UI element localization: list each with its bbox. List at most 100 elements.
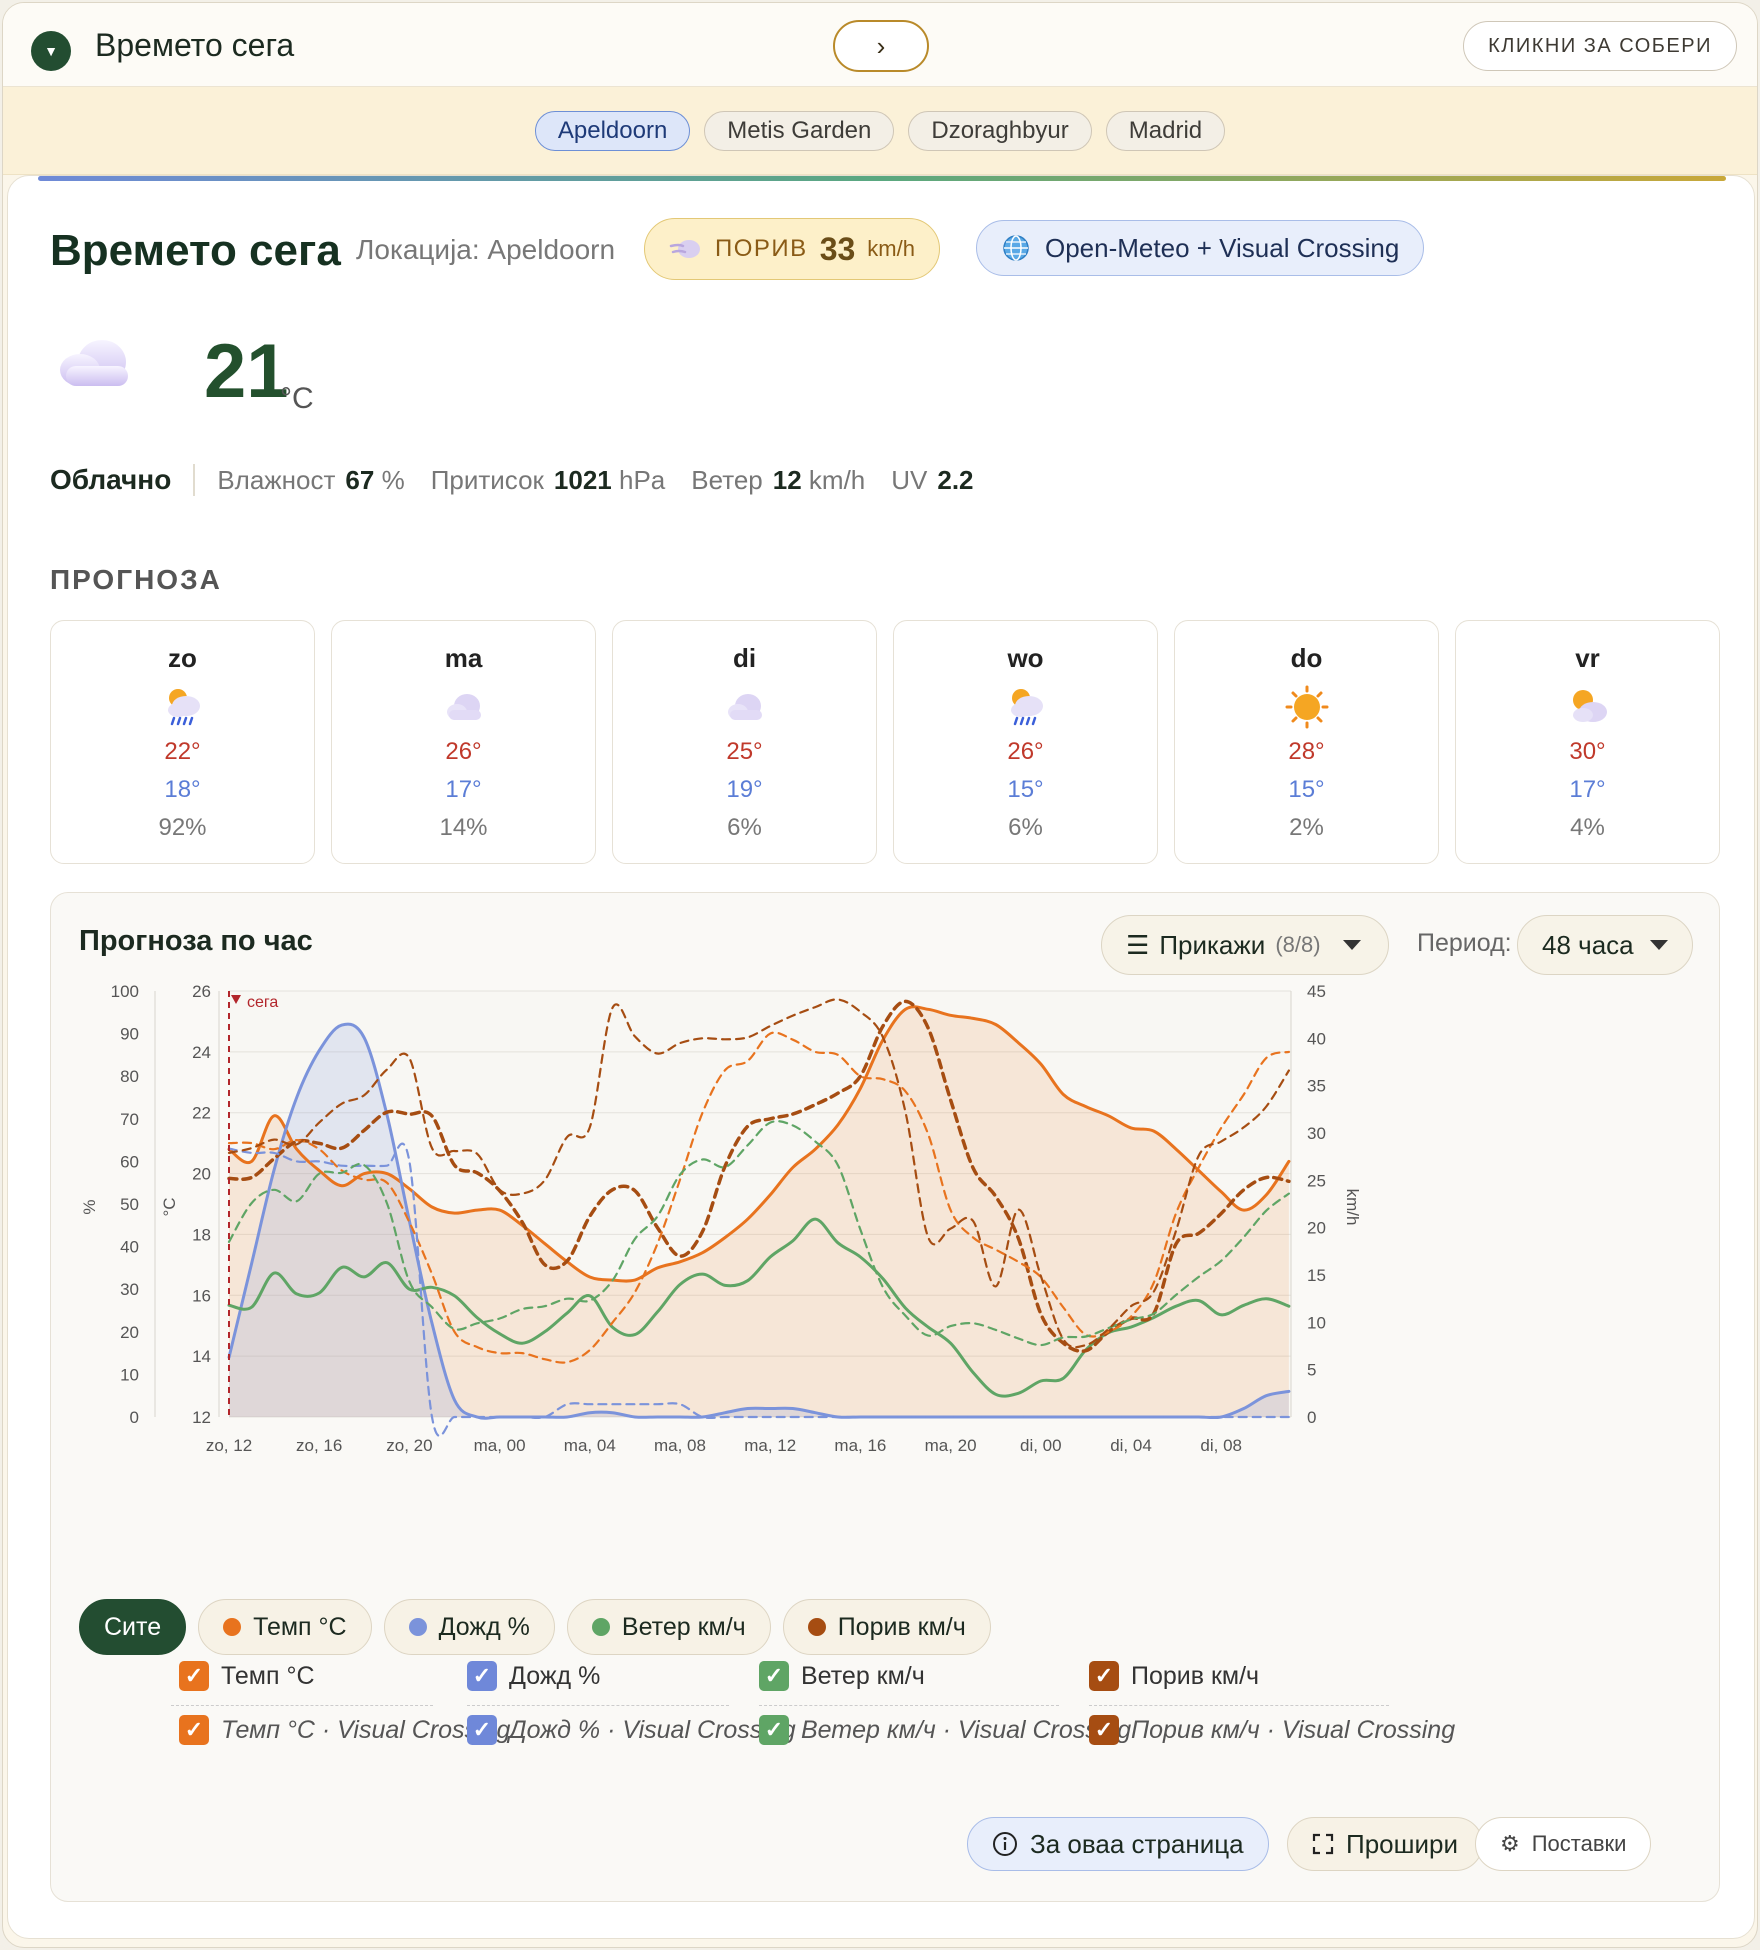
forecast-day-card[interactable]: vr 30° 17° 4% <box>1455 620 1720 864</box>
chip-rain[interactable]: Дожд % <box>383 1599 555 1655</box>
check-gust-vc[interactable]: ✓ Порив км/ч · Visual Crossing <box>1089 1715 1455 1745</box>
y-tick-label-temp: 26 <box>192 982 211 1001</box>
hourly-title: Прогноза по час <box>79 925 313 957</box>
y-tick-label-percent: 10 <box>120 1365 139 1384</box>
chip-all[interactable]: Сите <box>79 1599 187 1655</box>
sun-rain-icon <box>1010 689 1043 726</box>
check-gust[interactable]: ✓ Порив км/ч <box>1089 1661 1259 1691</box>
y-tick-label-percent: 30 <box>120 1280 139 1299</box>
tab-apeldoorn[interactable]: Apeldoorn <box>534 110 691 151</box>
chip-gust[interactable]: Порив км/ч <box>782 1599 991 1655</box>
day-name: vr <box>1575 643 1600 673</box>
check-wind-vc[interactable]: ✓ Ветер км/ч · Visual Crossing <box>759 1715 1131 1745</box>
y-axis-label-percent: % <box>80 1199 99 1214</box>
y-tick-label-percent: 90 <box>120 1025 139 1044</box>
cloud-icon <box>727 694 762 720</box>
forecast-day-card[interactable]: di 25° 19° 6% <box>612 620 877 864</box>
gust-badge: ПОРИВ 33 km/h <box>644 218 940 280</box>
checkbox-checked-icon: ✓ <box>759 1661 789 1691</box>
y-tick-label-percent: 40 <box>120 1238 139 1257</box>
x-tick-label: zo, 20 <box>386 1436 432 1455</box>
gust-dot-icon <box>807 1618 826 1636</box>
sun-rain-icon <box>167 689 200 726</box>
day-low: 15° <box>1007 776 1044 803</box>
expand-button[interactable]: Прошири <box>1287 1817 1483 1871</box>
x-tick-label: ma, 04 <box>564 1436 616 1455</box>
accent-bar <box>38 176 1726 181</box>
day-name: zo <box>168 643 197 673</box>
app-title: Времето сега <box>95 27 295 63</box>
tab-metis-garden[interactable]: Metis Garden <box>704 110 895 151</box>
y-tick-label-percent: 100 <box>111 982 139 1001</box>
conditions-row: Облачно Влажност 67 % Притисок 1021 hPa Ве… <box>50 458 1000 502</box>
day-low: 19° <box>726 776 763 803</box>
collapse-toggle-icon[interactable]: ▼ <box>31 31 71 71</box>
chip-temperature[interactable]: Темп °C <box>198 1599 372 1655</box>
collapse-button[interactable]: КЛИКНИ ЗА СОБЕРИ <box>1463 21 1737 71</box>
x-tick-label: ma, 20 <box>925 1436 977 1455</box>
weather-card: Времето сега Локација: Apeldoorn ПОРИВ 3… <box>7 175 1755 1939</box>
day-low: 17° <box>445 776 482 803</box>
forecast-day-card[interactable]: do 28° 15° 2% <box>1174 620 1439 864</box>
check-wind[interactable]: ✓ Ветер км/ч <box>759 1661 925 1691</box>
day-high: 28° <box>1288 738 1325 765</box>
chevron-down-icon <box>1342 940 1361 950</box>
x-tick-label: di, 00 <box>1020 1436 1062 1455</box>
checkbox-checked-icon: ✓ <box>467 1715 497 1745</box>
y-tick-label-kmh: 25 <box>1307 1171 1326 1190</box>
next-button[interactable]: › <box>833 20 929 72</box>
series-toggle-dropdown[interactable]: ☰ Прикажи (8/8) <box>1101 915 1389 975</box>
divider <box>467 1705 729 1706</box>
app-frame: ▼ Времето сега › КЛИКНИ ЗА СОБЕРИ Apeldo… <box>2 2 1758 1948</box>
period-value: 48 часа <box>1542 929 1634 960</box>
period-select[interactable]: 48 часа <box>1517 915 1693 975</box>
day-high: 30° <box>1569 738 1606 765</box>
check-rain[interactable]: ✓ Дожд % <box>467 1661 600 1691</box>
settings-button[interactable]: ⚙ Поставки <box>1475 1817 1652 1871</box>
page-title: Времето сега <box>50 226 341 275</box>
check-rain-vc[interactable]: ✓ Дожд % · Visual Crossing <box>467 1715 796 1745</box>
x-tick-label: ma, 08 <box>654 1436 706 1455</box>
about-page-button[interactable]: За оваа страница <box>967 1817 1269 1871</box>
y-axis-label-temp: °C <box>160 1197 179 1216</box>
globe-icon <box>1003 235 1029 261</box>
pressure-stat: Притисок 1021 hPa <box>430 464 666 495</box>
hourly-chart[interactable]: 0 10 20 30 40 50 60 70 80 90 100 12 14 16 18 20 22 24 26 0 5… <box>51 971 1719 1471</box>
forecast-day-card[interactable]: zo 22° 18° 92% <box>50 620 315 864</box>
daily-forecast: zo 22° 18° 92% ma 26° 17° 14% di 25° 19°… <box>50 620 1720 864</box>
y-tick-label-percent: 80 <box>120 1067 139 1086</box>
day-precip: 92% <box>158 814 207 841</box>
y-tick-label-kmh: 45 <box>1307 982 1326 1001</box>
checkbox-checked-icon: ✓ <box>179 1715 209 1745</box>
x-tick-label: zo, 12 <box>206 1436 252 1455</box>
top-bar: ▼ Времето сега › КЛИКНИ ЗА СОБЕРИ <box>3 3 1757 87</box>
menu-icon: ☰ <box>1126 929 1150 960</box>
forecast-day-card[interactable]: wo 26° 15° 6% <box>893 620 1158 864</box>
sun-cloud-icon <box>1572 690 1607 722</box>
location-tabs: Apeldoorn Metis Garden Dzoraghbyur Madri… <box>3 87 1757 175</box>
forecast-day-card[interactable]: ma 26° 17° 14% <box>331 620 596 864</box>
y-tick-label-percent: 70 <box>120 1110 139 1129</box>
gust-label: ПОРИВ <box>715 235 808 262</box>
day-low: 17° <box>1569 776 1606 803</box>
condition-label: Облачно <box>50 464 196 496</box>
check-temp[interactable]: ✓ Темп °C <box>179 1661 315 1691</box>
divider <box>1089 1705 1389 1706</box>
humidity-stat: Влажност 67 % <box>217 464 405 495</box>
tab-dzoraghbyur[interactable]: Dzoraghbyur <box>908 110 1092 151</box>
y-tick-label-kmh: 30 <box>1307 1124 1326 1143</box>
y-tick-label-temp: 24 <box>192 1043 211 1062</box>
y-tick-label-kmh: 40 <box>1307 1029 1326 1048</box>
forecast-heading: ПРОГНОЗА <box>50 564 222 595</box>
uv-stat: UV 2.2 <box>891 464 974 495</box>
y-tick-label-kmh: 20 <box>1307 1219 1326 1238</box>
x-tick-label: ma, 16 <box>834 1436 886 1455</box>
checkbox-checked-icon: ✓ <box>1089 1661 1119 1691</box>
day-high: 22° <box>164 738 201 765</box>
check-temp-vc[interactable]: ✓ Темп °C · Visual Crossing <box>179 1715 510 1745</box>
now-marker-label: сега <box>247 994 278 1011</box>
tab-madrid[interactable]: Madrid <box>1105 110 1226 151</box>
chip-wind[interactable]: Ветер км/ч <box>566 1599 771 1655</box>
day-high: 25° <box>726 738 763 765</box>
y-axis-label-kmh: km/h <box>1343 1189 1362 1226</box>
